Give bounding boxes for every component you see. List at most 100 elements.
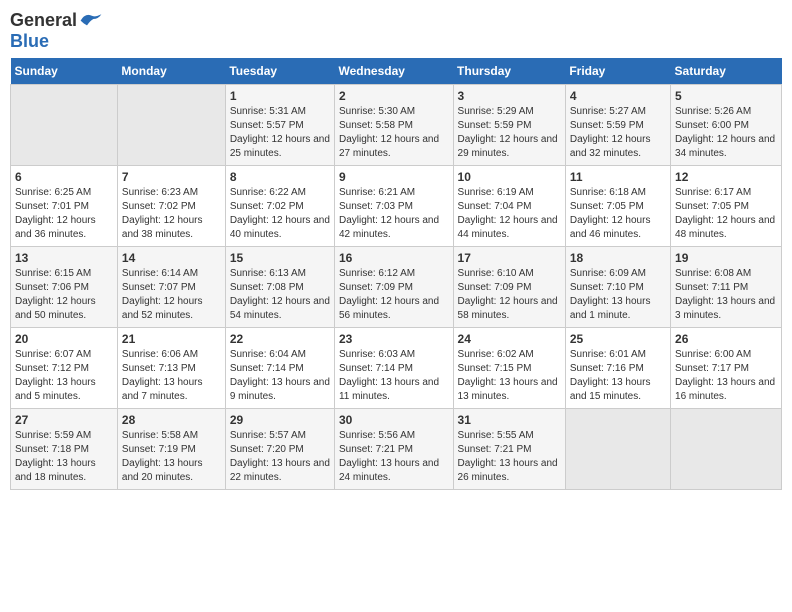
day-number: 3 <box>458 89 561 103</box>
day-info: Sunrise: 5:31 AMSunset: 5:57 PMDaylight:… <box>230 105 330 161</box>
calendar-cell: 13Sunrise: 6:15 AMSunset: 7:06 PMDayligh… <box>11 247 118 328</box>
logo-bird-icon <box>79 11 103 31</box>
calendar-cell: 11 Sunrise: 6:18 AMSunset: 7:05 PMDayligh… <box>565 166 670 247</box>
calendar-cell: 5 Sunrise: 5:26 AMSunset: 6:00 PMDaylight… <box>671 85 782 166</box>
calendar-cell <box>565 409 670 490</box>
calendar-cell: 18 Sunrise: 6:09 AMSunset: 7:10 PMDayligh… <box>565 247 670 328</box>
calendar-cell: 1 Sunrise: 5:31 AMSunset: 5:57 PMDaylight… <box>225 85 334 166</box>
calendar-header-row: SundayMondayTuesdayWednesdayThursdayFrid… <box>11 58 782 85</box>
day-info: Sunrise: 6:01 AMSunset: 7:16 PMDaylight:… <box>570 348 666 404</box>
logo-general-text: General <box>10 10 77 31</box>
calendar-cell: 6 Sunrise: 6:25 AMSunset: 7:01 PMDaylight… <box>11 166 118 247</box>
day-number: 22 <box>230 332 330 346</box>
day-number: 23 <box>339 332 449 346</box>
calendar-cell: 12 Sunrise: 6:17 AMSunset: 7:05 PMDayligh… <box>671 166 782 247</box>
day-info: Sunrise: 5:55 AMSunset: 7:21 PMDaylight:… <box>458 429 561 485</box>
calendar-cell: 9 Sunrise: 6:21 AMSunset: 7:03 PMDaylight… <box>334 166 453 247</box>
day-info: Sunrise: 5:57 AMSunset: 7:20 PMDaylight:… <box>230 429 330 485</box>
day-number: 25 <box>570 332 666 346</box>
calendar-week-row: 27Sunrise: 5:59 AMSunset: 7:18 PMDayligh… <box>11 409 782 490</box>
calendar-cell: 16 Sunrise: 6:12 AMSunset: 7:09 PMDayligh… <box>334 247 453 328</box>
day-number: 6 <box>15 170 113 184</box>
day-number: 20 <box>15 332 113 346</box>
day-info: Sunrise: 5:29 AMSunset: 5:59 PMDaylight:… <box>458 105 561 161</box>
day-info: Sunrise: 6:02 AMSunset: 7:15 PMDaylight:… <box>458 348 561 404</box>
day-number: 19 <box>675 251 777 265</box>
calendar-cell: 28 Sunrise: 5:58 AMSunset: 7:19 PMDayligh… <box>117 409 225 490</box>
day-number: 16 <box>339 251 449 265</box>
day-info: Sunrise: 6:03 AMSunset: 7:14 PMDaylight:… <box>339 348 449 404</box>
day-number: 5 <box>675 89 777 103</box>
logo-blue-text: Blue <box>10 31 49 52</box>
calendar-cell <box>671 409 782 490</box>
day-header-monday: Monday <box>117 58 225 85</box>
day-number: 24 <box>458 332 561 346</box>
calendar-cell: 8 Sunrise: 6:22 AMSunset: 7:02 PMDaylight… <box>225 166 334 247</box>
calendar-cell: 30 Sunrise: 5:56 AMSunset: 7:21 PMDayligh… <box>334 409 453 490</box>
day-info: Sunrise: 6:10 AMSunset: 7:09 PMDaylight:… <box>458 267 561 323</box>
day-info: Sunrise: 6:19 AMSunset: 7:04 PMDaylight:… <box>458 186 561 242</box>
day-info: Sunrise: 5:58 AMSunset: 7:19 PMDaylight:… <box>122 429 221 485</box>
calendar-cell: 31 Sunrise: 5:55 AMSunset: 7:21 PMDayligh… <box>453 409 565 490</box>
day-info: Sunrise: 6:04 AMSunset: 7:14 PMDaylight:… <box>230 348 330 404</box>
calendar-week-row: 20 Sunrise: 6:07 AMSunset: 7:12 PMDayligh… <box>11 328 782 409</box>
calendar-cell: 22 Sunrise: 6:04 AMSunset: 7:14 PMDayligh… <box>225 328 334 409</box>
day-number: 11 <box>570 170 666 184</box>
day-number: 10 <box>458 170 561 184</box>
calendar-cell: 20 Sunrise: 6:07 AMSunset: 7:12 PMDayligh… <box>11 328 118 409</box>
calendar-cell: 14 Sunrise: 6:14 AMSunset: 7:07 PMDayligh… <box>117 247 225 328</box>
day-number: 1 <box>230 89 330 103</box>
day-info: Sunrise: 6:17 AMSunset: 7:05 PMDaylight:… <box>675 186 777 242</box>
day-number: 2 <box>339 89 449 103</box>
calendar-cell: 26Sunrise: 6:00 AMSunset: 7:17 PMDayligh… <box>671 328 782 409</box>
day-number: 12 <box>675 170 777 184</box>
day-info: Sunrise: 6:18 AMSunset: 7:05 PMDaylight:… <box>570 186 666 242</box>
calendar-cell: 24 Sunrise: 6:02 AMSunset: 7:15 PMDayligh… <box>453 328 565 409</box>
day-number: 28 <box>122 413 221 427</box>
page-header: General Blue <box>10 10 782 52</box>
logo: General Blue <box>10 10 103 52</box>
day-header-friday: Friday <box>565 58 670 85</box>
calendar-cell: 23 Sunrise: 6:03 AMSunset: 7:14 PMDayligh… <box>334 328 453 409</box>
calendar-cell: 29 Sunrise: 5:57 AMSunset: 7:20 PMDayligh… <box>225 409 334 490</box>
day-number: 30 <box>339 413 449 427</box>
calendar-cell: 27Sunrise: 5:59 AMSunset: 7:18 PMDayligh… <box>11 409 118 490</box>
day-info: Sunrise: 6:21 AMSunset: 7:03 PMDaylight:… <box>339 186 449 242</box>
calendar-cell: 15Sunrise: 6:13 AMSunset: 7:08 PMDayligh… <box>225 247 334 328</box>
calendar-cell: 7Sunrise: 6:23 AMSunset: 7:02 PMDaylight… <box>117 166 225 247</box>
day-number: 14 <box>122 251 221 265</box>
day-header-thursday: Thursday <box>453 58 565 85</box>
day-number: 8 <box>230 170 330 184</box>
calendar-cell: 19 Sunrise: 6:08 AMSunset: 7:11 PMDayligh… <box>671 247 782 328</box>
day-number: 31 <box>458 413 561 427</box>
day-info: Sunrise: 5:26 AMSunset: 6:00 PMDaylight:… <box>675 105 777 161</box>
day-info: Sunrise: 6:14 AMSunset: 7:07 PMDaylight:… <box>122 267 221 323</box>
day-info: Sunrise: 6:00 AMSunset: 7:17 PMDaylight:… <box>675 348 777 404</box>
day-info: Sunrise: 5:27 AMSunset: 5:59 PMDaylight:… <box>570 105 666 161</box>
day-info: Sunrise: 6:15 AMSunset: 7:06 PMDaylight:… <box>15 267 113 323</box>
day-info: Sunrise: 6:25 AMSunset: 7:01 PMDaylight:… <box>15 186 113 242</box>
day-number: 29 <box>230 413 330 427</box>
calendar-cell: 21 Sunrise: 6:06 AMSunset: 7:13 PMDayligh… <box>117 328 225 409</box>
day-header-sunday: Sunday <box>11 58 118 85</box>
day-info: Sunrise: 6:12 AMSunset: 7:09 PMDaylight:… <box>339 267 449 323</box>
calendar-cell: 25 Sunrise: 6:01 AMSunset: 7:16 PMDayligh… <box>565 328 670 409</box>
day-info: Sunrise: 6:23 AMSunset: 7:02 PMDaylight:… <box>122 186 221 242</box>
day-info: Sunrise: 6:13 AMSunset: 7:08 PMDaylight:… <box>230 267 330 323</box>
day-number: 27 <box>15 413 113 427</box>
day-number: 9 <box>339 170 449 184</box>
calendar-cell: 4 Sunrise: 5:27 AMSunset: 5:59 PMDaylight… <box>565 85 670 166</box>
calendar-cell: 2 Sunrise: 5:30 AMSunset: 5:58 PMDaylight… <box>334 85 453 166</box>
calendar-cell: 10 Sunrise: 6:19 AMSunset: 7:04 PMDayligh… <box>453 166 565 247</box>
day-number: 21 <box>122 332 221 346</box>
day-info: Sunrise: 5:56 AMSunset: 7:21 PMDaylight:… <box>339 429 449 485</box>
day-info: Sunrise: 6:07 AMSunset: 7:12 PMDaylight:… <box>15 348 113 404</box>
day-number: 18 <box>570 251 666 265</box>
day-info: Sunrise: 6:08 AMSunset: 7:11 PMDaylight:… <box>675 267 777 323</box>
day-info: Sunrise: 6:06 AMSunset: 7:13 PMDaylight:… <box>122 348 221 404</box>
calendar-week-row: 1 Sunrise: 5:31 AMSunset: 5:57 PMDaylight… <box>11 85 782 166</box>
day-number: 4 <box>570 89 666 103</box>
day-info: Sunrise: 6:22 AMSunset: 7:02 PMDaylight:… <box>230 186 330 242</box>
day-info: Sunrise: 5:30 AMSunset: 5:58 PMDaylight:… <box>339 105 449 161</box>
day-info: Sunrise: 6:09 AMSunset: 7:10 PMDaylight:… <box>570 267 666 323</box>
